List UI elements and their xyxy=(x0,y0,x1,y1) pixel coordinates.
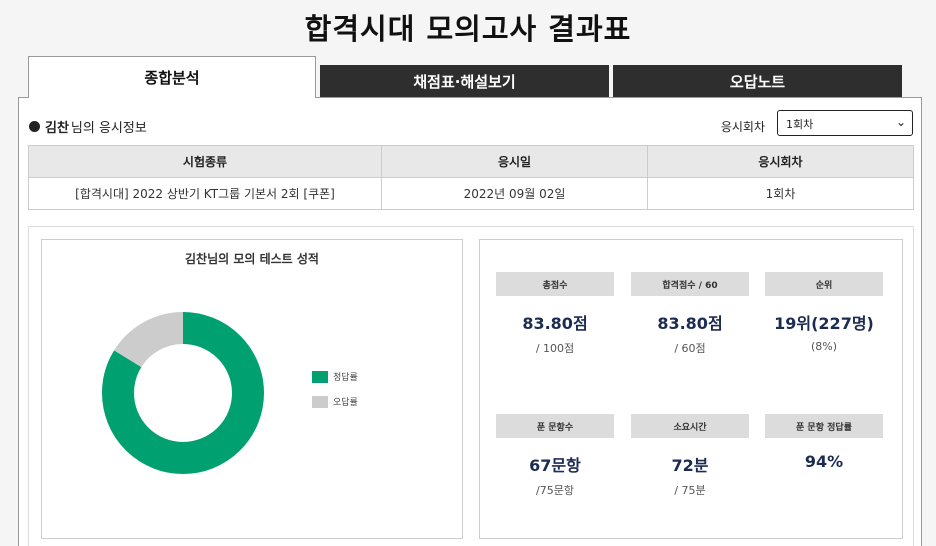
main-panel: 김찬 님의 응시정보 응시회차 1회차 ⌄ 시험종류 응시일 응시회차 [합격시… xyxy=(18,97,922,546)
card-header: 푼 문항 정답률 xyxy=(765,414,883,438)
card-total-score: 총점수 83.80점 / 100점 xyxy=(496,272,614,356)
legend-label: 오답률 xyxy=(333,398,358,408)
table-header-row: 시험종류 응시일 응시회차 xyxy=(28,145,914,178)
score-chart: 김찬님의 모의 테스트 성적 정답률 오답률 xyxy=(41,239,463,539)
card-sub: /75문항 xyxy=(536,484,574,497)
bullet-icon xyxy=(29,121,40,132)
column-header: 응시회차 xyxy=(647,145,914,178)
card-value: 67문항 xyxy=(529,456,581,475)
table-row: [합격시대] 2022 상반기 KT그룹 기본서 2회 [쿠폰] 2022년 0… xyxy=(28,177,914,210)
chevron-down-icon: ⌄ xyxy=(895,115,906,129)
user-name: 김찬 xyxy=(45,121,69,136)
chart-title: 김찬님의 모의 테스트 성적 xyxy=(185,252,319,266)
card-time: 소요시간 72분 / 75분 xyxy=(631,414,749,498)
tab-grading[interactable]: 채점표·해설보기 xyxy=(320,65,609,98)
card-pass-score: 합격점수 / 60 83.80점 / 60점 xyxy=(631,272,749,356)
card-sub: / 100점 xyxy=(535,342,575,355)
table-cell: 2022년 09월 02일 xyxy=(381,177,648,210)
card-header: 소요시간 xyxy=(631,414,749,438)
round-select-value: 1회차 xyxy=(786,118,814,131)
round-label: 응시회차 xyxy=(720,120,765,134)
card-value: 72분 xyxy=(671,456,709,475)
card-value: 83.80점 xyxy=(522,314,588,333)
card-header: 푼 문항수 xyxy=(496,414,614,438)
tab-bar: 종합분석 채점표·해설보기 오답노트 xyxy=(28,56,902,98)
exam-info-table: 시험종류 응시일 응시회차 [합격시대] 2022 상반기 KT그룹 기본서 2… xyxy=(28,145,914,210)
column-header: 응시일 xyxy=(381,145,648,178)
info-row: 김찬 님의 응시정보 응시회차 1회차 ⌄ xyxy=(29,110,913,138)
page-title: 합격시대 모의고사 결과표 xyxy=(304,12,632,46)
legend-item-correct: 정답률 xyxy=(312,370,358,383)
user-suffix: 님의 응시정보 xyxy=(70,121,147,136)
chart-legend: 정답률 오답률 xyxy=(312,370,358,420)
card-value: 83.80점 xyxy=(657,314,723,333)
table-cell: [합격시대] 2022 상반기 KT그룹 기본서 2회 [쿠폰] xyxy=(28,177,382,210)
card-rank: 순위 19위(227명) (8%) xyxy=(765,272,883,353)
legend-swatch xyxy=(312,370,328,383)
legend-item-wrong: 오답률 xyxy=(312,395,358,408)
legend-label: 정답률 xyxy=(333,373,358,383)
score-summary: 총점수 83.80점 / 100점 합격점수 / 60 83.80점 / 60점… xyxy=(479,239,903,539)
tab-summary[interactable]: 종합분석 xyxy=(28,56,316,98)
user-info: 김찬 님의 응시정보 xyxy=(29,117,147,136)
stats-area: 김찬님의 모의 테스트 성적 정답률 오답률 총점수 83.80점 / 100점 xyxy=(28,226,914,546)
card-accuracy: 푼 문항 정답률 94% xyxy=(765,414,883,477)
card-header: 순위 xyxy=(765,272,883,296)
round-select[interactable]: 1회차 ⌄ xyxy=(777,110,913,136)
card-value: 19위(227명) xyxy=(774,314,874,333)
card-sub: / 75분 xyxy=(674,484,706,497)
card-sub: (8%) xyxy=(810,340,838,353)
legend-swatch xyxy=(312,395,328,408)
card-header: 합격점수 / 60 xyxy=(631,272,749,296)
card-sub: / 60점 xyxy=(674,342,706,355)
table-cell: 1회차 xyxy=(647,177,914,210)
tab-wrong-notes[interactable]: 오답노트 xyxy=(613,65,902,98)
column-header: 시험종류 xyxy=(28,145,382,178)
card-header: 총점수 xyxy=(496,272,614,296)
card-solved: 푼 문항수 67문항 /75문항 xyxy=(496,414,614,498)
card-value: 94% xyxy=(804,452,844,471)
donut-chart xyxy=(102,312,264,474)
